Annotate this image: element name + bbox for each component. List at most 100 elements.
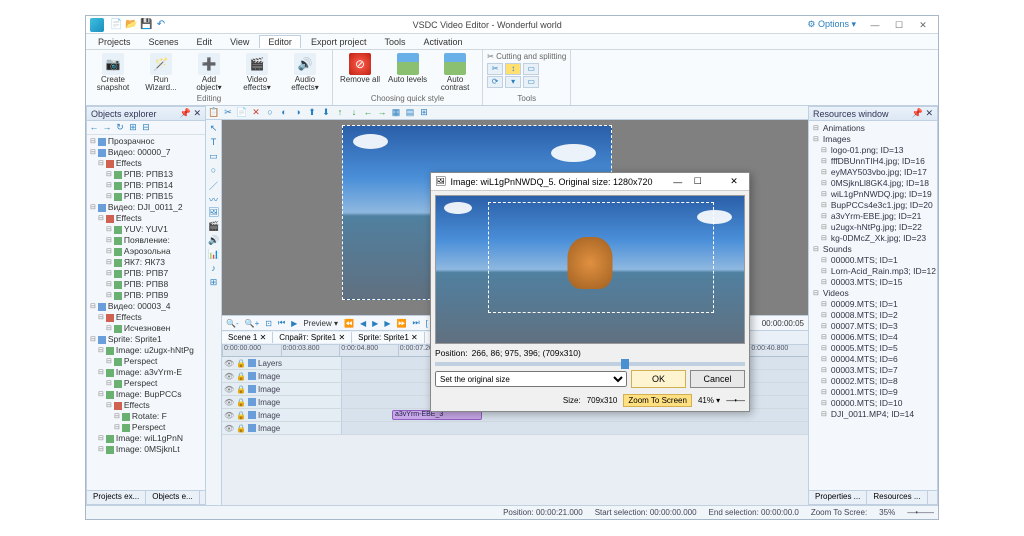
tree-item[interactable]: ⊟a3vYrm-EBE.jpg; ID=21 xyxy=(811,211,935,222)
menu-scenes[interactable]: Scenes xyxy=(141,36,187,48)
zoom-out-icon[interactable]: 🔍- xyxy=(224,319,241,328)
tree-item[interactable]: ⊟Image: u2ugx-hNtPg xyxy=(88,345,204,356)
tree-item[interactable]: ⊟kg-0DMcZ_Xk.jpg; ID=23 xyxy=(811,233,935,244)
tree-item[interactable]: ⊟ЯК7: ЯК73 xyxy=(88,257,204,268)
arrow-down-icon[interactable]: ↓ xyxy=(348,107,360,119)
tree-item[interactable]: ⊟Animations xyxy=(811,123,935,134)
vtool-icon[interactable]: ／ xyxy=(207,178,220,191)
tree-item[interactable]: ⊟Прозрачнос xyxy=(88,136,204,147)
tree-item[interactable]: ⊟Images xyxy=(811,134,935,145)
tree-item[interactable]: ⊟DJI_0011.MP4; ID=14 xyxy=(811,409,935,420)
vtool-icon[interactable]: 📊 xyxy=(207,248,220,261)
zoom-value[interactable]: 41% ▾ xyxy=(698,396,720,405)
position-slider[interactable] xyxy=(435,362,745,366)
tool-icon[interactable]: ▦ xyxy=(390,107,402,119)
preview-label[interactable]: Preview ▾ xyxy=(301,319,340,328)
tb-icon[interactable]: ⊞ xyxy=(127,122,139,134)
tool-icon[interactable]: ⟳ xyxy=(487,76,503,88)
tree-item[interactable]: ⊟Image: 0MSjknLt xyxy=(88,444,204,455)
vtool-icon[interactable]: ↖ xyxy=(207,122,220,135)
tb-icon[interactable]: → xyxy=(101,122,113,134)
menu-editor[interactable]: Editor xyxy=(259,35,301,48)
track-header[interactable]: 👁🔒Layers xyxy=(222,357,342,369)
dialog-minimize-icon[interactable]: — xyxy=(668,177,688,187)
tree-item[interactable]: ⊟РПВ: РПВ8 xyxy=(88,279,204,290)
tree-item[interactable]: ⊟Видео: 00000_7 xyxy=(88,147,204,158)
rewind-icon[interactable]: ⏮ xyxy=(276,318,287,328)
vtool-icon[interactable]: ○ xyxy=(207,164,220,177)
tree-item[interactable]: ⊟00000.MTS; ID=10 xyxy=(811,398,935,409)
panel-pin-icon[interactable]: 📌 ✕ xyxy=(912,108,933,119)
menu-export-project[interactable]: Export project xyxy=(303,36,375,48)
zoom-fit-icon[interactable]: ⊡ xyxy=(263,319,274,328)
tree-item[interactable]: ⊟u2ugx-hNtPg.jpg; ID=22 xyxy=(811,222,935,233)
tab[interactable]: Resources ... xyxy=(867,491,927,504)
delete-icon[interactable]: ✕ xyxy=(250,107,262,119)
tree-item[interactable]: ⊟Видео: DJI_0011_2 xyxy=(88,202,204,213)
track-header[interactable]: 👁🔒Image xyxy=(222,409,342,421)
ribbon-audio-effects-[interactable]: 🔊Audio effects▾ xyxy=(282,52,328,93)
qat-open-icon[interactable]: 📂 xyxy=(125,19,137,31)
tree-item[interactable]: ⊟Effects xyxy=(88,158,204,169)
end-icon[interactable]: ⏭ xyxy=(410,318,421,328)
tree-item[interactable]: ⊟Sounds xyxy=(811,244,935,255)
minimize-button[interactable]: — xyxy=(864,18,886,32)
tool-icon[interactable]: 📄 xyxy=(236,107,248,119)
tree-item[interactable]: ⊟YUV: YUV1 xyxy=(88,224,204,235)
track-header[interactable]: 👁🔒Image xyxy=(222,396,342,408)
tb-icon[interactable]: ← xyxy=(88,122,100,134)
menu-projects[interactable]: Projects xyxy=(90,36,139,48)
tool-icon[interactable]: ⬆ xyxy=(306,107,318,119)
vtool-icon[interactable]: 〰 xyxy=(207,192,220,205)
resources-tree[interactable]: ⊟Animations⊟Images⊟logo-01.png; ID=13⊟ff… xyxy=(809,121,937,490)
options-menu[interactable]: ⚙ Options ▾ xyxy=(807,19,856,30)
tree-item[interactable]: ⊟Image: wiL1gPnN xyxy=(88,433,204,444)
vtool-icon[interactable]: ♪ xyxy=(207,262,220,275)
qat-undo-icon[interactable]: ↶ xyxy=(155,19,167,31)
tool-icon[interactable]: ▾ xyxy=(505,76,521,88)
tree-item[interactable]: ⊟РПВ: РПВ7 xyxy=(88,268,204,279)
arrow-up-icon[interactable]: ↑ xyxy=(334,107,346,119)
ribbon-add-object-[interactable]: ➕Add object▾ xyxy=(186,52,232,93)
tree-item[interactable]: ⊟РПВ: РПВ15 xyxy=(88,191,204,202)
vtool-icon[interactable]: 🖼 xyxy=(207,206,220,219)
tool-icon[interactable]: ↕ xyxy=(505,63,521,75)
tool-icon[interactable]: ✂ xyxy=(222,107,234,119)
tree-item[interactable]: ⊟wiL1gPnNWDQ.jpg; ID=19 xyxy=(811,189,935,200)
marker-icon[interactable]: [ xyxy=(424,319,430,328)
tree-item[interactable]: ⊟РПВ: РПВ14 xyxy=(88,180,204,191)
tree-item[interactable]: ⊟00008.MTS; ID=2 xyxy=(811,310,935,321)
tree-item[interactable]: ⊟Perspect xyxy=(88,356,204,367)
zoom-slider[interactable]: —•—— xyxy=(907,508,934,517)
tree-item[interactable]: ⊟Sprite: Sprite1 xyxy=(88,334,204,345)
tool-icon[interactable]: ✂ xyxy=(487,63,503,75)
tree-item[interactable]: ⊟РПВ: РПВ9 xyxy=(88,290,204,301)
tree-item[interactable]: ⊟fffDBUnnTIH4.jpg; ID=16 xyxy=(811,156,935,167)
play-icon[interactable]: ▶ xyxy=(289,319,299,328)
vtool-icon[interactable]: ⊞ xyxy=(207,276,220,289)
dialog-preview[interactable] xyxy=(435,195,745,344)
zoom-slider-icon[interactable]: —•— xyxy=(726,396,745,405)
tree-item[interactable]: ⊟logo-01.png; ID=13 xyxy=(811,145,935,156)
tree-item[interactable]: ⊟Perspect xyxy=(88,422,204,433)
dialog-close-icon[interactable]: ✕ xyxy=(723,176,745,187)
zoom-in-icon[interactable]: 🔍+ xyxy=(243,319,262,328)
ribbon-auto-contrast[interactable]: Auto contrast xyxy=(432,52,478,93)
tool-icon[interactable]: ⊞ xyxy=(418,107,430,119)
tree-item[interactable]: ⊟Видео: 00003_4 xyxy=(88,301,204,312)
play-icon[interactable]: ▶ xyxy=(370,319,380,328)
tree-item[interactable]: ⊟Появление: xyxy=(88,235,204,246)
ribbon-create-snapshot[interactable]: 📷Create snapshot xyxy=(90,52,136,93)
tree-item[interactable]: ⊟Videos xyxy=(811,288,935,299)
tree-item[interactable]: ⊟00001.MTS; ID=9 xyxy=(811,387,935,398)
tab[interactable]: Sprite: Sprite1 ✕ xyxy=(352,332,425,343)
menu-edit[interactable]: Edit xyxy=(189,36,221,48)
tree-item[interactable]: ⊟00000.MTS; ID=1 xyxy=(811,255,935,266)
tree-item[interactable]: ⊟РПВ: РПВ13 xyxy=(88,169,204,180)
ok-button[interactable]: OK xyxy=(631,370,686,388)
zoom-to-screen-button[interactable]: Zoom To Screen xyxy=(623,394,692,407)
tool-icon[interactable]: ◑ xyxy=(292,107,304,119)
arrow-right-icon[interactable]: → xyxy=(376,107,388,119)
track-header[interactable]: 👁🔒Image xyxy=(222,383,342,395)
next-frame-icon[interactable]: ▶ xyxy=(382,319,392,328)
